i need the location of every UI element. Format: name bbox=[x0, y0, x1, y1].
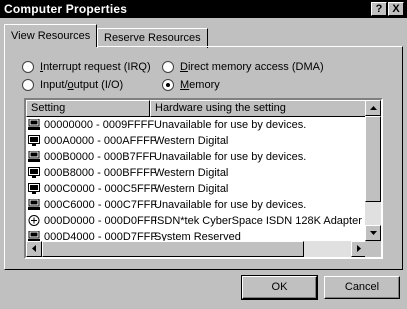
cancel-button[interactable]: Cancel bbox=[324, 276, 400, 299]
tab-panel bbox=[4, 46, 403, 270]
ok-button[interactable]: OK bbox=[241, 275, 318, 300]
close-icon: X bbox=[392, 3, 400, 15]
close-button[interactable]: X bbox=[388, 2, 404, 16]
tab-view-resources[interactable]: View Resources bbox=[4, 24, 98, 47]
tab-label: View Resources bbox=[11, 30, 91, 42]
title-bar: Computer Properties ? X bbox=[0, 0, 407, 18]
help-icon: ? bbox=[375, 3, 383, 15]
tab-label: Reserve Resources bbox=[104, 32, 201, 44]
computer-properties-dialog: Computer Properties ? X View Resources R… bbox=[0, 0, 407, 309]
help-button[interactable]: ? bbox=[371, 2, 387, 16]
tab-reserve-resources[interactable]: Reserve Resources bbox=[97, 28, 208, 48]
window-title: Computer Properties bbox=[4, 2, 128, 16]
